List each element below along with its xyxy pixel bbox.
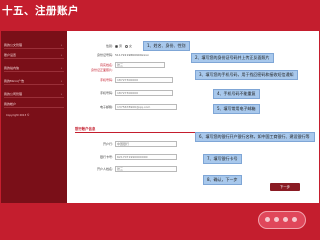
callout-5: 5、填写常用电子邮箱 (213, 104, 260, 114)
phone-confirm-label: 手机号码: (99, 91, 113, 95)
id-photo-label: 身份证正面照片: (90, 68, 113, 72)
sidebar-item-my-account[interactable]: 我的帐户 (4, 101, 64, 108)
sidebar-item-micro-ads[interactable]: 我的Micro广告 › (4, 78, 64, 85)
sidebar-item-account-settings[interactable]: 账户设置 › (4, 52, 64, 59)
real-name-field[interactable]: 张三 (115, 62, 165, 68)
id-card-label: 身份证号码: (96, 53, 113, 57)
copyright: Copyright 2013 © (6, 114, 30, 117)
chevron-right-icon: › (60, 43, 62, 47)
account-holder-field[interactable]: 张三 (115, 166, 177, 172)
email-label: 电子邮箱: (99, 105, 113, 109)
phone-confirm-field[interactable]: 18727300000 (115, 90, 173, 96)
sidebar-item-document-management[interactable]: 我的公文管理 › (4, 42, 64, 49)
callout-3: 3、填写您的手机号码，用于找回密码和接收短信通知 (195, 70, 298, 80)
sidebar-item-messages[interactable]: 我的站内信 › (4, 65, 64, 72)
chevron-right-icon: › (60, 92, 62, 96)
account-number-field[interactable]: 6217071990000000 (115, 154, 177, 160)
decorative-dot (283, 217, 288, 222)
gender-male-label: 男 (119, 44, 123, 48)
gender-label: 性别: (105, 44, 113, 48)
sidebar-item-label: 我的公文管理 (4, 43, 23, 47)
decorative-ribbon (258, 211, 306, 229)
main-content: 性别: 男 女 身份证号码: 51172219860909xxxx 真实姓名: … (67, 31, 319, 203)
callout-1: 1、姓名、身份、性别 (143, 41, 190, 51)
sidebar-item-label: 我的站内信 (4, 66, 20, 70)
email-field[interactable]: 1375678906@qq.com (115, 104, 177, 110)
sidebar-item-label: 我的公司管理 (4, 92, 23, 96)
sidebar-item-label: 我的Micro广告 (4, 79, 25, 83)
mobile-label: 手机号码: (99, 78, 113, 82)
slide-title: 十五、注册账户 (2, 5, 79, 17)
id-card-value: 51172219860909xxxx (115, 53, 149, 57)
chevron-right-icon: › (60, 53, 62, 57)
callout-8: 8、确认，下一步 (203, 175, 242, 185)
account-holder-label: 开户人姓名: (96, 167, 113, 171)
bank-section-title: 银行账户信息 (75, 127, 96, 131)
next-step-button[interactable]: 下一步 (270, 183, 300, 191)
registration-screenshot: 我的公文管理 › 账户设置 › 我的站内信 › 我的Micro广告 › 我的公司… (1, 31, 319, 203)
gender-female-radio[interactable] (125, 44, 128, 48)
sidebar-item-company-management[interactable]: 我的公司管理 › (4, 91, 64, 98)
chevron-right-icon: › (60, 79, 62, 83)
chevron-right-icon: › (60, 66, 62, 70)
callout-4: 4、手机号码不能重复 (213, 89, 260, 99)
bank-name-field[interactable]: 中国银行 (115, 141, 177, 147)
decorative-dot (292, 217, 297, 222)
account-number-label: 银行卡号: (99, 155, 113, 159)
decorative-dot (274, 217, 279, 222)
gender-female-label: 女 (129, 44, 133, 48)
callout-6: 6、填写您的银行开户银行名称，如中国工商银行、建设银行等 (195, 132, 315, 142)
real-name-label: 真实姓名: (99, 63, 113, 67)
mobile-field[interactable]: 18727300000 (115, 77, 173, 83)
gender-male-radio[interactable] (115, 44, 118, 48)
sidebar-item-label: 我的帐户 (4, 102, 17, 106)
callout-7: 7、填写银行卡号 (203, 154, 242, 164)
decorative-dot (265, 217, 270, 222)
callout-2: 2、填写您的身份证号码并上传正反面照片 (191, 53, 274, 63)
sidebar-item-label: 账户设置 (4, 53, 17, 57)
sidebar: 我的公文管理 › 账户设置 › 我的站内信 › 我的Micro广告 › 我的公司… (1, 31, 67, 203)
bank-name-label: 开户行: (102, 142, 113, 146)
